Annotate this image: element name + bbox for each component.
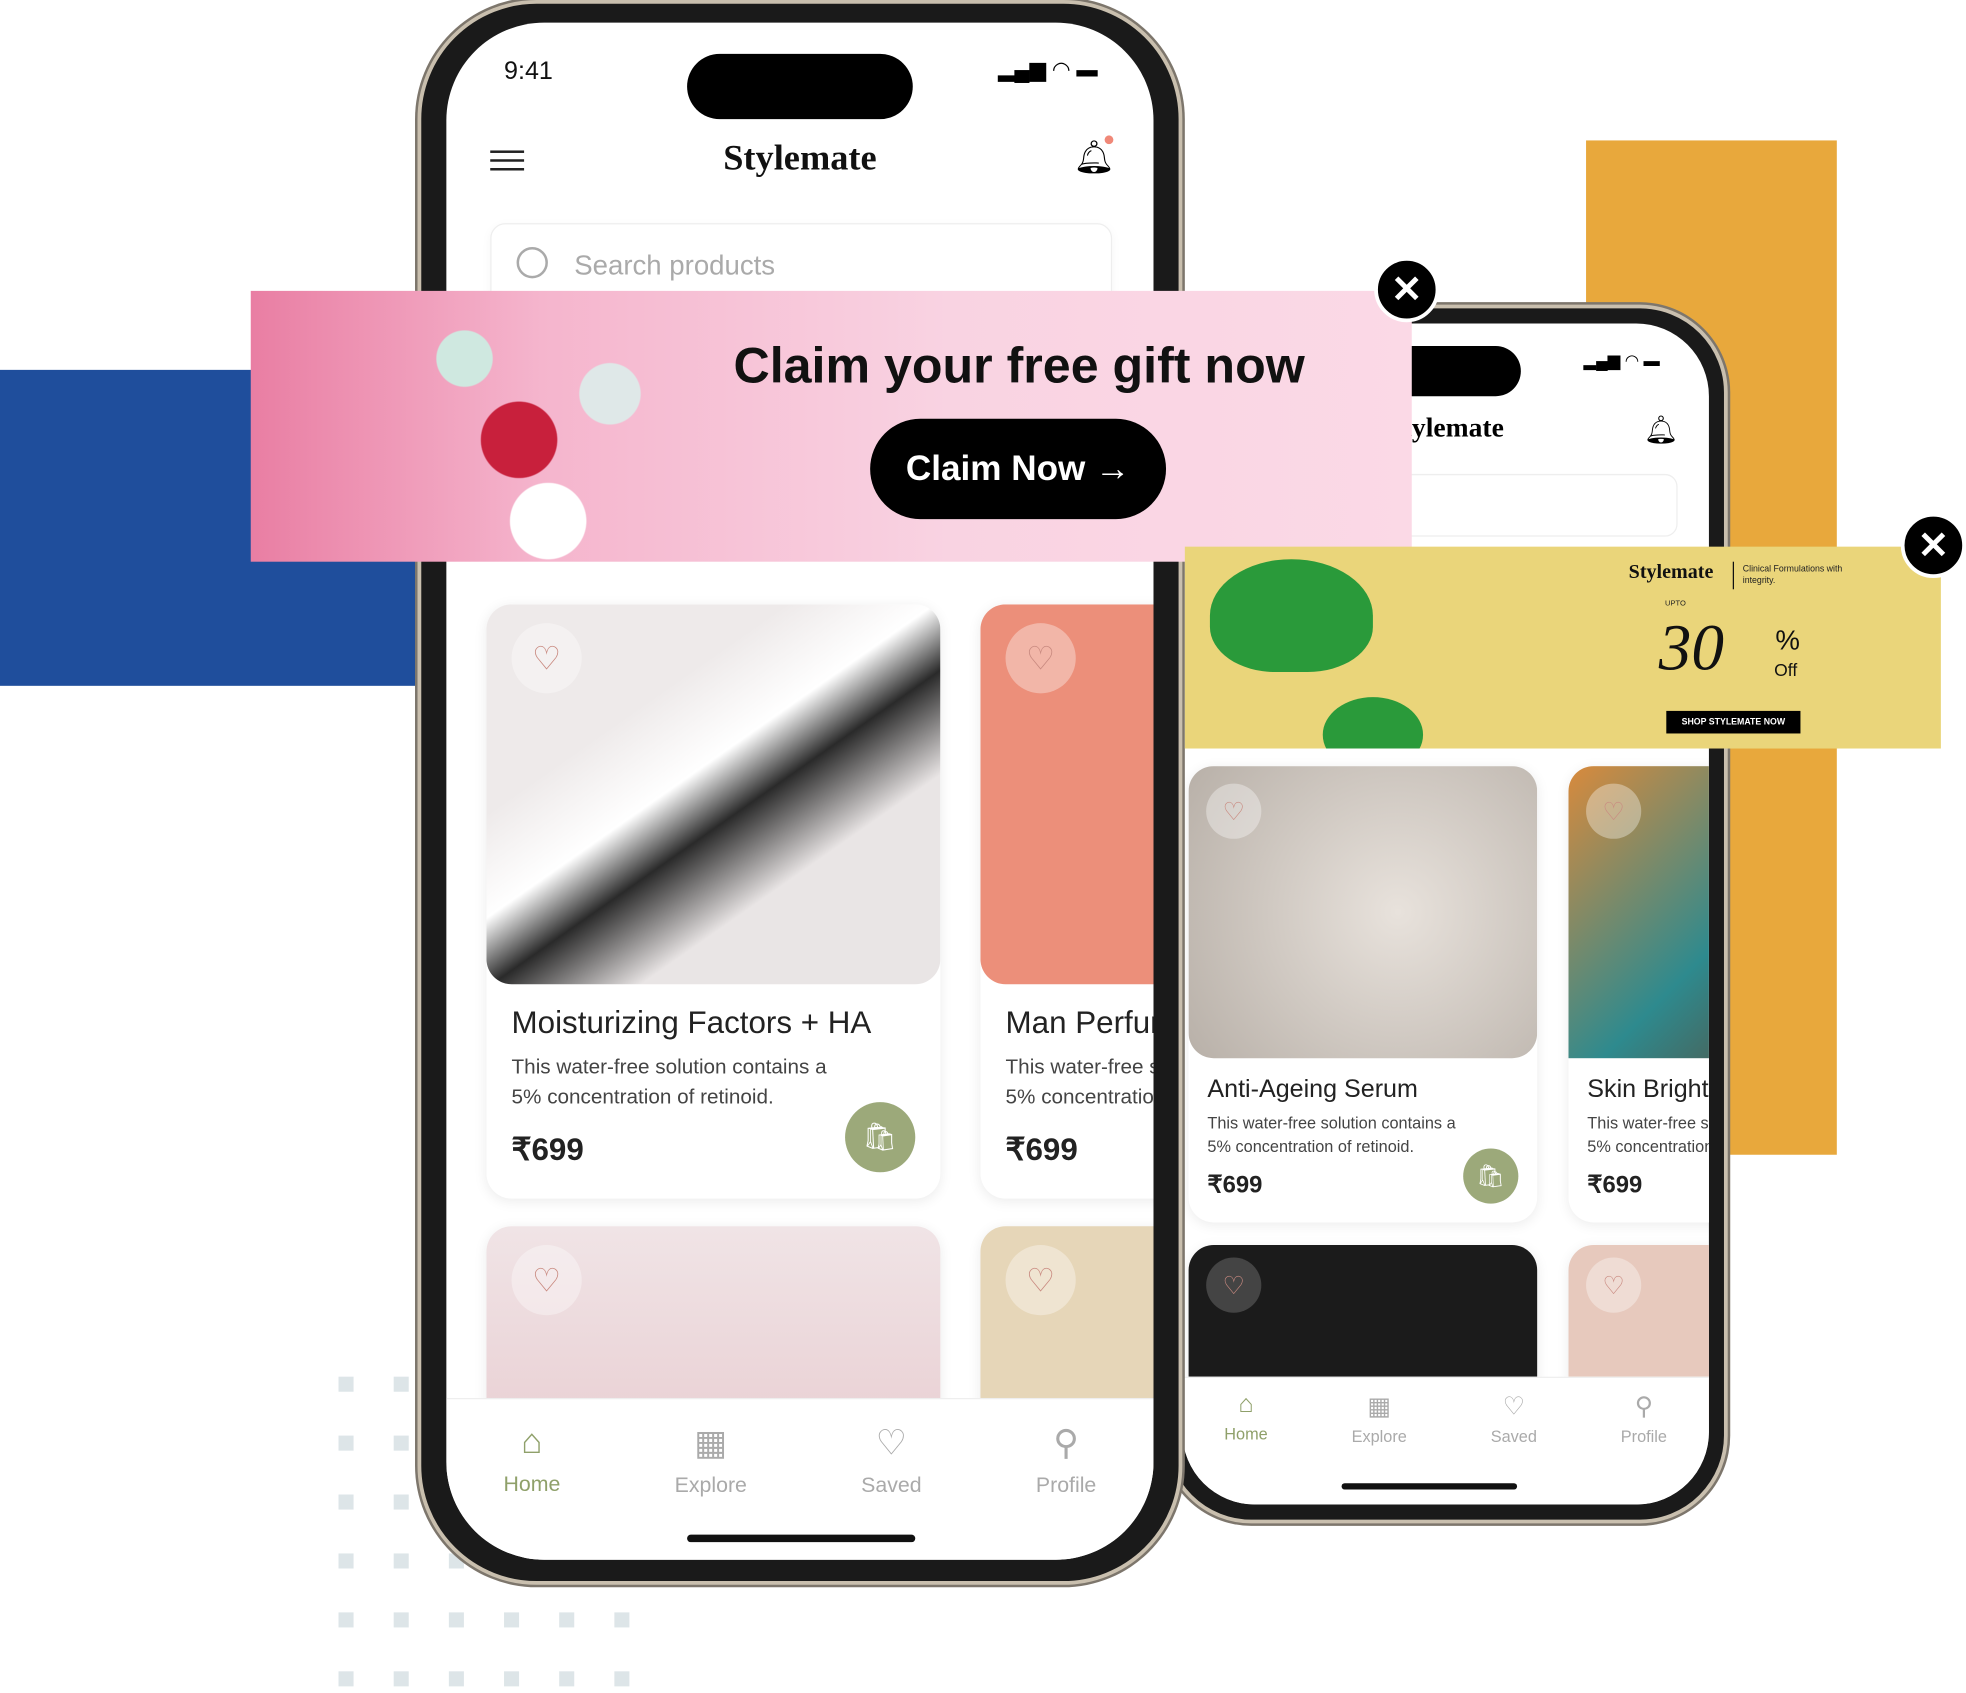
nav-profile[interactable]: ⚲ Profile	[1621, 1390, 1667, 1504]
nav-profile[interactable]: ⚲ Profile	[1036, 1422, 1096, 1560]
user-icon: ⚲	[1053, 1423, 1079, 1462]
user-icon: ⚲	[1634, 1392, 1654, 1421]
product-card[interactable]: ♡ Moisturizing Factors + HA This water-f…	[486, 604, 941, 1199]
product-card[interactable]: ♡ Skin Brightening This water-free solut…	[1568, 766, 1709, 1223]
pattern-dot	[393, 1494, 409, 1510]
pattern-dot	[393, 1435, 409, 1451]
heart-icon: ♡	[1502, 1392, 1526, 1421]
pattern-dot	[393, 1612, 409, 1628]
phone-main: 9:41 ▂▄▆ ◠ ▬ Stylemate 🔔︎ Search product…	[417, 0, 1183, 1585]
pattern-dot	[393, 1671, 409, 1687]
home-indicator	[1341, 1483, 1518, 1490]
pattern-dot	[504, 1671, 520, 1687]
heart-icon[interactable]: ♡	[1206, 1257, 1262, 1313]
hamburger-icon[interactable]	[490, 150, 525, 171]
home-icon: ⌂	[1238, 1390, 1254, 1419]
heart-icon[interactable]: ♡	[1586, 1257, 1642, 1313]
pattern-dot	[448, 1612, 464, 1628]
sale-banner[interactable]: Stylemate Clinical Formulations with int…	[1184, 546, 1941, 749]
product-card[interactable]: ♡ Anti-Ageing Serum This water-free solu…	[1188, 766, 1538, 1223]
notification-dot	[1104, 135, 1114, 145]
search-placeholder: Search products	[574, 249, 776, 281]
product-price: ₹699	[511, 1132, 584, 1168]
sale-brand: Stylemate	[1628, 561, 1714, 584]
nav-home[interactable]: ⌂ Home	[1224, 1390, 1267, 1504]
product-price: ₹699	[1207, 1172, 1263, 1199]
heart-icon[interactable]: ♡	[1206, 783, 1262, 839]
product-card[interactable]: ♡ Man Perfume This water-free solution c…	[980, 604, 1154, 1199]
pattern-dot	[559, 1671, 575, 1687]
product-description: This water-free solution contains a 5% c…	[1587, 1113, 1709, 1156]
product-description: This water-free solution contains a 5% c…	[511, 1055, 827, 1109]
pattern-dot	[338, 1553, 354, 1569]
heart-icon[interactable]: ♡	[1005, 623, 1076, 694]
dynamic-island	[687, 53, 913, 120]
gift-illustration	[300, 290, 665, 562]
sale-off: Off	[1774, 659, 1798, 680]
status-time: 9:41	[504, 57, 553, 86]
phone-main-screen: 9:41 ▂▄▆ ◠ ▬ Stylemate 🔔︎ Search product…	[446, 22, 1154, 1560]
sale-percent: %	[1775, 624, 1800, 656]
close-gift-banner-button[interactable]: ✕	[1374, 257, 1440, 323]
grid-icon: ▦	[1367, 1392, 1392, 1421]
search-icon	[516, 246, 548, 279]
heart-icon[interactable]: ♡	[1586, 783, 1642, 839]
home-indicator	[687, 1534, 916, 1543]
app-title: Stylemate	[723, 137, 877, 179]
close-icon: ✕	[1390, 268, 1423, 311]
product-title: Moisturizing Factors + HA	[511, 1005, 872, 1041]
promo-canvas: ▂▄▆ ◠ ▬ Stylemate 🔔︎ ♡ Anti-Ageing Serum…	[0, 0, 1966, 1693]
pattern-dot	[559, 1612, 575, 1628]
brand-divider	[1732, 561, 1735, 590]
claim-now-button[interactable]: Claim Now →	[870, 418, 1167, 520]
grid-icon: ▦	[694, 1423, 728, 1462]
clover-illustration	[1322, 697, 1424, 749]
sale-tagline: Clinical Formulations with integrity.	[1742, 565, 1843, 586]
status-icons: ▂▄▆ ◠ ▬	[998, 57, 1098, 82]
heart-icon[interactable]: ♡	[1005, 1245, 1076, 1316]
sale-value: 30	[1658, 613, 1724, 685]
pattern-dot	[338, 1671, 354, 1687]
heart-icon[interactable]: ♡	[511, 623, 582, 694]
add-to-bag-button[interactable]: 🛍︎	[845, 1102, 916, 1173]
heart-icon[interactable]: ♡	[511, 1245, 582, 1316]
product-description: This water-free solution contains a 5% c…	[1207, 1113, 1456, 1156]
clover-illustration	[1209, 559, 1373, 673]
pattern-dot	[448, 1671, 464, 1687]
nav-home[interactable]: ⌂ Home	[503, 1422, 560, 1560]
status-icons: ▂▄▆ ◠ ▬	[1583, 351, 1660, 370]
close-sale-banner-button[interactable]: ✕	[1900, 512, 1966, 579]
gift-banner[interactable]: Claim your free gift now Claim Now →	[250, 290, 1412, 562]
pattern-dot	[338, 1435, 354, 1451]
product-price: ₹699	[1005, 1132, 1078, 1168]
pattern-dot	[504, 1612, 520, 1628]
product-title: Anti-Ageing Serum	[1207, 1075, 1418, 1104]
product-price: ₹699	[1587, 1172, 1643, 1199]
sale-upto: UPTO	[1665, 600, 1686, 609]
pattern-dot	[614, 1671, 630, 1687]
close-icon: ✕	[1917, 524, 1950, 567]
heart-icon: ♡	[875, 1423, 908, 1462]
pattern-dot	[614, 1612, 630, 1628]
bell-icon[interactable]: 🔔︎	[1644, 414, 1679, 447]
pattern-dot	[338, 1376, 354, 1392]
add-to-bag-button[interactable]: 🛍︎	[1463, 1148, 1519, 1204]
pattern-dot	[338, 1494, 354, 1510]
shop-now-button[interactable]: SHOP STYLEMATE NOW	[1666, 710, 1801, 734]
product-title: Man Perfume	[1005, 1005, 1154, 1041]
pattern-dot	[338, 1612, 354, 1628]
pattern-dot	[393, 1376, 409, 1392]
product-title: Skin Brightening	[1587, 1075, 1709, 1104]
gift-headline: Claim your free gift now	[733, 338, 1305, 394]
product-description: This water-free solution contains a 5% c…	[1005, 1055, 1154, 1109]
home-icon: ⌂	[521, 1421, 543, 1461]
pattern-dot	[393, 1553, 409, 1569]
